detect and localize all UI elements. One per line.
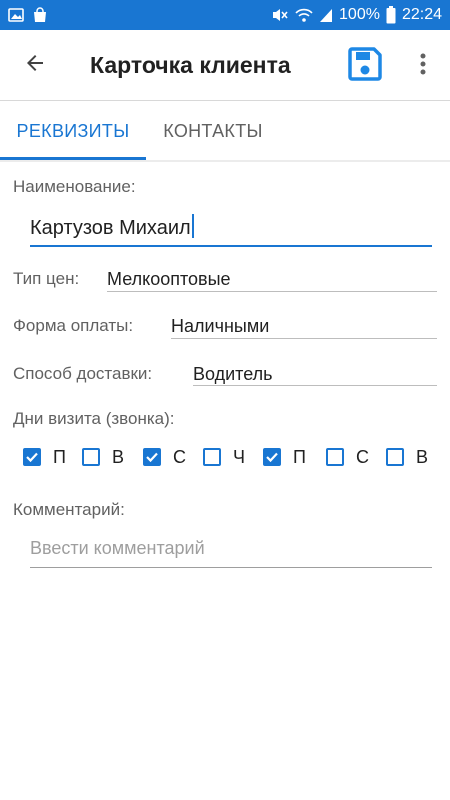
battery-icon (386, 6, 396, 24)
name-input[interactable]: Картузов Михаил (30, 207, 432, 247)
checkbox-unchecked[interactable] (82, 448, 100, 466)
page-title: Карточка клиента (90, 51, 291, 78)
day-checkbox-sun[interactable]: В (386, 442, 428, 472)
back-button[interactable] (0, 30, 70, 100)
payment-select[interactable]: Наличными (171, 316, 269, 337)
wifi-icon (295, 7, 313, 23)
mute-icon (271, 7, 289, 23)
delivery-select[interactable]: Водитель (193, 364, 273, 385)
name-label: Наименование: (13, 177, 136, 196)
price-type-underline (107, 291, 437, 292)
delivery-underline (193, 385, 437, 386)
day-label: П (293, 446, 306, 467)
visit-days-row: П В С Ч П С В (20, 442, 440, 472)
save-icon (347, 46, 383, 87)
tabs-divider (0, 160, 450, 162)
checkbox-checked[interactable] (23, 448, 41, 466)
tab-bar: РЕКВИЗИТЫ КОНТАКТЫ (0, 101, 450, 161)
checkbox-checked[interactable] (263, 448, 281, 466)
save-button[interactable] (343, 44, 387, 88)
day-label: В (416, 446, 429, 467)
text-cursor (191, 214, 194, 238)
day-checkbox-mon[interactable]: П (23, 442, 66, 472)
day-label: П (53, 446, 66, 467)
day-checkbox-tue[interactable]: В (82, 442, 124, 472)
visit-days-label: Дни визита (звонка): (13, 409, 175, 428)
comment-label: Комментарий: (13, 500, 125, 519)
day-label: Ч (233, 446, 245, 467)
checkbox-unchecked[interactable] (386, 448, 404, 466)
arrow-back-icon (23, 51, 47, 80)
clock: 22:24 (401, 6, 442, 23)
day-checkbox-sat[interactable]: С (326, 442, 369, 472)
more-vert-icon (420, 53, 426, 80)
price-type-label: Тип цен: (13, 269, 80, 288)
battery-percent: 100% (339, 6, 380, 23)
comment-input[interactable]: Ввести комментарий (30, 534, 432, 566)
checkbox-checked[interactable] (143, 448, 161, 466)
day-label: В (112, 446, 125, 467)
day-label: С (173, 446, 186, 467)
day-checkbox-thu[interactable]: Ч (203, 442, 245, 472)
day-checkbox-wed[interactable]: С (143, 442, 186, 472)
image-icon (8, 7, 24, 23)
app-bar: Карточка клиента (0, 30, 450, 100)
delivery-label: Способ доставки: (13, 364, 153, 383)
tab-requisites[interactable]: РЕКВИЗИТЫ (0, 101, 146, 161)
payment-underline (171, 338, 437, 339)
comment-placeholder: Ввести комментарий (30, 538, 205, 558)
name-value: Картузов Михаил (30, 217, 191, 239)
checkbox-unchecked[interactable] (326, 448, 344, 466)
tab-contacts[interactable]: КОНТАКТЫ (146, 101, 280, 161)
more-options-button[interactable] (405, 44, 441, 88)
status-bar: 100% 22:24 (0, 0, 450, 30)
price-type-select[interactable]: Мелкооптовые (107, 269, 231, 290)
signal-icon (319, 7, 333, 23)
checkbox-unchecked[interactable] (203, 448, 221, 466)
payment-label: Форма оплаты: (13, 316, 134, 335)
comment-underline (30, 567, 432, 568)
shopping-bag-icon (32, 7, 48, 23)
day-label: С (356, 446, 369, 467)
name-underline (30, 245, 432, 247)
day-checkbox-fri[interactable]: П (263, 442, 306, 472)
